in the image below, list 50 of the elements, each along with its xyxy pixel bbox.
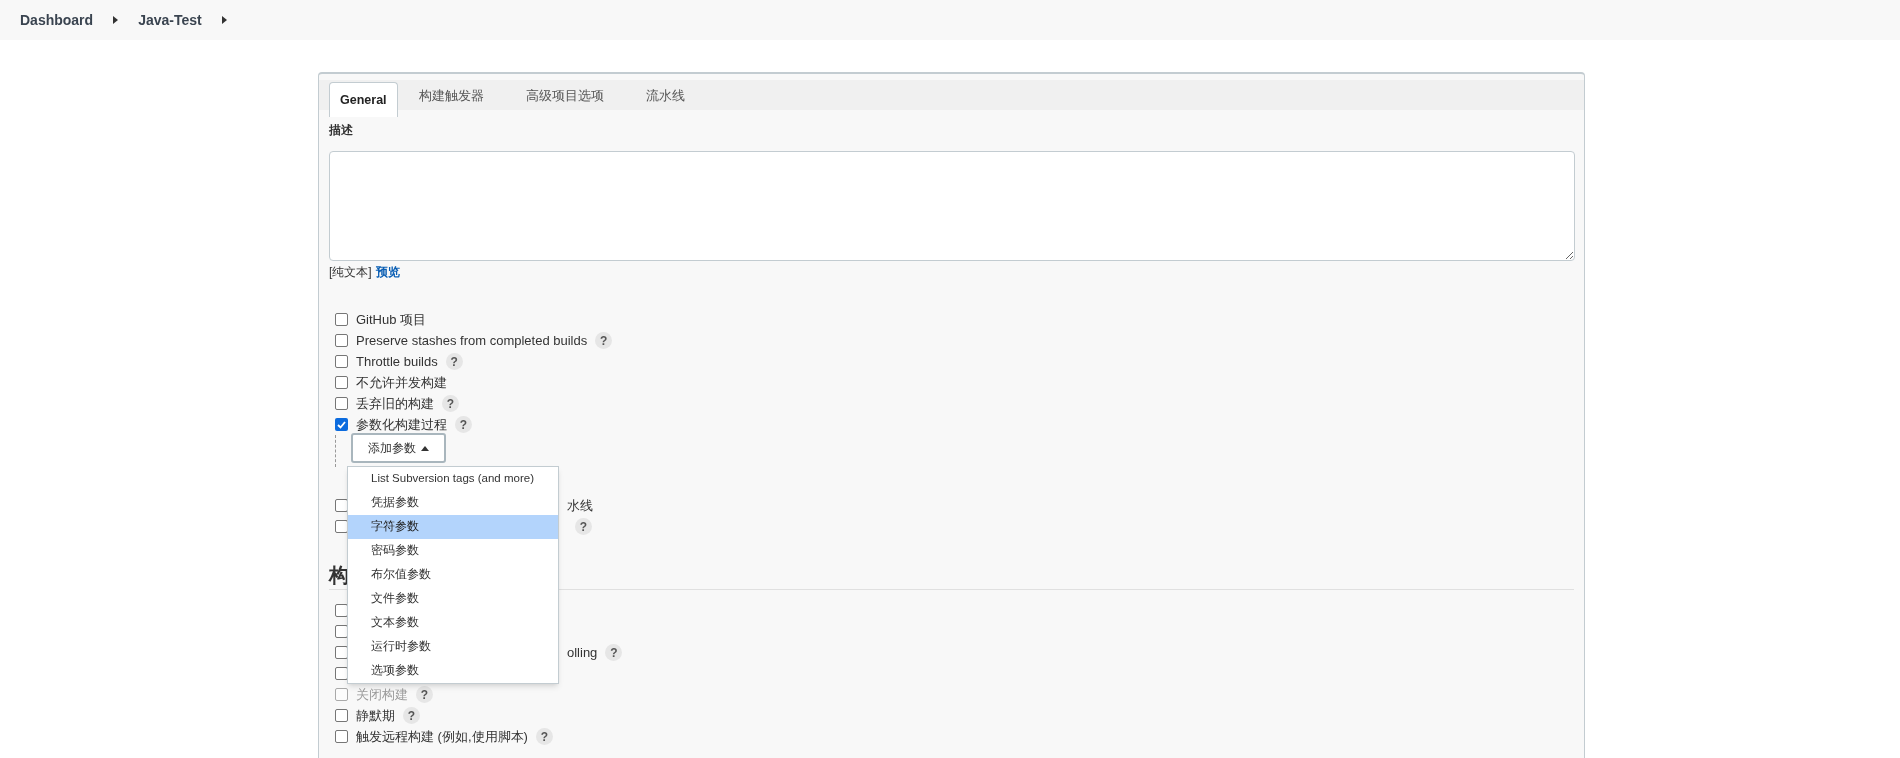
help-icon[interactable]: ? xyxy=(442,395,459,412)
option-label: 参数化构建过程 xyxy=(356,415,447,434)
checkbox[interactable] xyxy=(335,355,348,368)
help-icon[interactable]: ? xyxy=(605,644,623,661)
tab[interactable]: 高级项目选项 xyxy=(504,82,625,110)
help-icon[interactable]: ? xyxy=(535,728,553,745)
menu-item[interactable]: 密码参数 xyxy=(348,539,558,563)
option-label: GitHub 项目 xyxy=(356,310,427,329)
breadcrumb-link[interactable]: Java-Test xyxy=(138,9,202,31)
checkbox[interactable] xyxy=(335,313,348,326)
tab[interactable]: 流水线 xyxy=(624,82,706,110)
option-label: 关闭构建 xyxy=(356,685,408,704)
checkbox[interactable] xyxy=(335,334,348,347)
menu-item[interactable]: 字符参数 xyxy=(348,515,558,539)
help-icon[interactable]: ? xyxy=(575,518,592,535)
checkbox[interactable] xyxy=(335,376,348,389)
caret-icon xyxy=(421,445,429,451)
help-icon[interactable]: ? xyxy=(455,416,472,433)
help-icon[interactable]: ? xyxy=(445,353,463,370)
option-label: 触发远程构建 (例如,使用脚本) xyxy=(356,727,528,746)
help-icon[interactable]: ? xyxy=(403,707,420,724)
format-label: [纯文本] xyxy=(329,264,372,281)
menu-item[interactable]: 运行时参数 xyxy=(348,635,558,659)
option-label: 水线 xyxy=(567,496,593,515)
menu-item[interactable]: 文本参数 xyxy=(348,611,558,635)
tab[interactable]: 构建触发器 xyxy=(397,82,505,110)
menu-item[interactable]: 文件参数 xyxy=(348,587,558,611)
option-label: 丢弃旧的构建 xyxy=(356,394,434,413)
checkbox[interactable] xyxy=(335,709,348,722)
tab[interactable]: General xyxy=(329,82,398,117)
caret-icon[interactable] xyxy=(221,16,227,24)
help-icon[interactable]: ? xyxy=(595,332,613,349)
menu-item[interactable]: 凭据参数 xyxy=(348,491,558,515)
menu-item[interactable]: 布尔值参数 xyxy=(348,563,558,587)
option-label: Preserve stashes from completed builds xyxy=(356,331,588,350)
checkbox[interactable] xyxy=(335,730,348,743)
checkbox[interactable] xyxy=(335,397,348,410)
description-field[interactable] xyxy=(329,151,1575,261)
menu-item[interactable]: 选项参数 xyxy=(348,659,558,683)
option-label: 不允许并发构建 xyxy=(356,373,447,392)
checkbox[interactable] xyxy=(335,418,348,431)
preview-link[interactable]: 预览 xyxy=(375,263,400,281)
option-label: 静默期 xyxy=(356,706,395,725)
option-label: olling xyxy=(567,643,598,662)
menu-item[interactable]: List Subversion tags (and more) xyxy=(348,467,558,491)
caret-icon[interactable] xyxy=(113,16,119,24)
option-label: Throttle builds xyxy=(356,352,438,371)
breadcrumb-link[interactable]: Dashboard xyxy=(20,9,94,31)
description-label: 描述 xyxy=(329,122,354,138)
add-parameter-button[interactable]: 添加参数 xyxy=(351,433,446,463)
